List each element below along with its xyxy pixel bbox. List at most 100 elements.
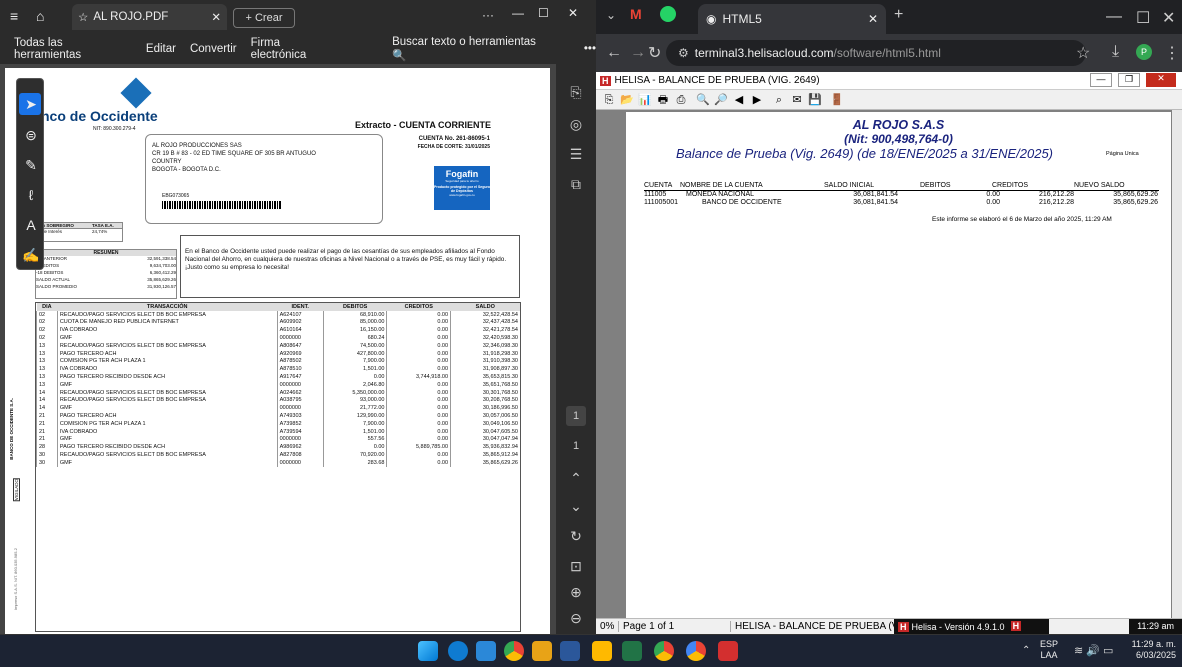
h-maximize-icon[interactable]: ❐ bbox=[1118, 73, 1140, 87]
maximize-icon[interactable]: ☐ bbox=[538, 6, 549, 20]
excel-icon[interactable] bbox=[622, 641, 642, 661]
pdf-col-header: SALDO bbox=[475, 303, 495, 310]
tab-pdf[interactable]: ☆ AL ROJO.PDF ✕ bbox=[72, 4, 227, 30]
document-area[interactable]: nco de Occidente NIT: 890.300.279-4 Extr… bbox=[0, 64, 556, 634]
copy-icon[interactable]: ⎘ bbox=[602, 93, 616, 107]
table-cell: A739594 bbox=[276, 427, 324, 436]
minimize-icon[interactable]: — bbox=[1106, 8, 1122, 26]
close-tab-icon[interactable]: ✕ bbox=[868, 12, 878, 26]
table-cell: 216,212.28 bbox=[1038, 199, 1074, 206]
forward-icon[interactable]: → bbox=[630, 44, 646, 62]
app-icon[interactable] bbox=[532, 641, 552, 661]
balance-col-header: NOMBRE DE LA CUENTA bbox=[680, 182, 763, 189]
h-close-icon[interactable]: ✕ bbox=[1146, 73, 1176, 87]
close-window-icon[interactable]: ✕ bbox=[1162, 8, 1175, 28]
minimize-icon[interactable]: — bbox=[512, 6, 524, 20]
sign-icon[interactable]: ✍ bbox=[21, 245, 41, 265]
rotate-icon[interactable]: ↻ bbox=[566, 526, 586, 546]
new-tab-icon[interactable]: + bbox=[894, 6, 903, 24]
exit-icon[interactable]: 🚪 bbox=[830, 93, 844, 107]
reload-icon[interactable]: ↻ bbox=[648, 43, 661, 63]
print-setup-icon[interactable]: ⎙ bbox=[674, 93, 688, 107]
vertical-scrollbar[interactable] bbox=[1172, 110, 1182, 618]
open-icon[interactable]: 📂 bbox=[620, 93, 634, 107]
start-icon[interactable] bbox=[418, 641, 438, 661]
site-info-icon[interactable]: ⚙ bbox=[678, 46, 689, 60]
chrome-profile-icon[interactable] bbox=[654, 641, 674, 661]
whatsapp-icon[interactable] bbox=[660, 6, 676, 22]
tab-search-icon[interactable]: ⌄ bbox=[606, 8, 616, 22]
prev-page-icon[interactable]: ◀ bbox=[732, 93, 746, 107]
chrome-profile2-icon[interactable] bbox=[686, 641, 706, 661]
maximize-icon[interactable]: ☐ bbox=[1136, 8, 1150, 28]
acrobat-icon[interactable] bbox=[718, 641, 738, 661]
menu-all-tools[interactable]: Todas las herramientas bbox=[14, 37, 132, 61]
tray-chevron-icon[interactable]: ⌃ bbox=[1022, 645, 1030, 656]
create-button[interactable]: + Crear bbox=[233, 8, 295, 28]
fit-page-icon[interactable]: ⊡ bbox=[566, 556, 586, 576]
email-icon[interactable]: ✉ bbox=[790, 93, 804, 107]
search-tools[interactable]: Buscar texto o herramientas 🔍 bbox=[378, 36, 566, 62]
menu-icon[interactable]: ≡ bbox=[10, 8, 18, 24]
h-minimize-icon[interactable]: — bbox=[1090, 73, 1112, 87]
close-window-icon[interactable]: ✕ bbox=[568, 6, 578, 20]
table-cell: 31,918,298.30 bbox=[450, 349, 520, 358]
table-cell: GMF bbox=[56, 458, 278, 467]
menu-convert[interactable]: Convertir bbox=[190, 43, 237, 55]
print-icon[interactable]: 🖶 bbox=[656, 93, 670, 107]
report-viewer[interactable]: AL ROJO S.A.S (Nit: 900,498,764-0) Balan… bbox=[596, 110, 1182, 622]
comment-icon[interactable]: ⊜ bbox=[21, 125, 41, 145]
taskbar-helisa-item[interactable]: H bbox=[1008, 618, 1049, 635]
next-page-icon[interactable]: ▶ bbox=[750, 93, 764, 107]
table-cell: A610164 bbox=[276, 326, 324, 335]
clock[interactable]: 11:29 a. m. 6/03/2025 bbox=[1122, 639, 1176, 661]
star-icon[interactable]: ☆ bbox=[78, 10, 88, 24]
page-down-icon[interactable]: ⌄ bbox=[566, 496, 586, 516]
export-icon[interactable]: 📊 bbox=[638, 93, 652, 107]
menu-edit[interactable]: Editar bbox=[146, 43, 176, 55]
comments-panel-icon[interactable]: ☰ bbox=[566, 144, 586, 164]
zoom-in-icon[interactable]: 🔍 bbox=[696, 93, 710, 107]
pages-icon[interactable]: ⧉ bbox=[566, 174, 586, 194]
find-icon[interactable]: ⌕ bbox=[772, 93, 786, 107]
table-cell: 7,900.00 bbox=[322, 419, 387, 428]
zoom-in-icon[interactable]: ⊕ bbox=[566, 582, 586, 602]
more-icon[interactable]: ··· bbox=[482, 8, 494, 22]
ai-icon[interactable]: ◎ bbox=[566, 114, 586, 134]
balance-col-header: CUENTA bbox=[644, 182, 673, 189]
close-tab-icon[interactable]: ✕ bbox=[211, 10, 221, 24]
table-cell: 0000000 bbox=[276, 334, 324, 342]
select-arrow-icon[interactable]: ➤ bbox=[21, 94, 41, 114]
table-cell: A808647 bbox=[276, 341, 324, 350]
draw-icon[interactable]: ℓ bbox=[21, 185, 41, 205]
language-indicator[interactable]: ESP LAA bbox=[1040, 639, 1058, 661]
more-menu-icon[interactable]: ••• bbox=[584, 43, 596, 55]
chrome-menu-icon[interactable]: ⋮ bbox=[1164, 43, 1180, 63]
explorer-icon[interactable] bbox=[592, 641, 612, 661]
page-up-icon[interactable]: ⌃ bbox=[566, 468, 586, 488]
text-box-icon[interactable]: A bbox=[21, 215, 41, 235]
tab-html5[interactable]: ◉ HTML5 ✕ bbox=[698, 4, 886, 34]
profile-avatar[interactable]: P bbox=[1136, 44, 1152, 60]
transactions-table: DIA TRANSACCIÓN IDENT. DEBITOS CREDITOS SALDO… bbox=[35, 302, 521, 632]
chrome-icon[interactable] bbox=[504, 641, 524, 661]
page-number-box[interactable]: 1 bbox=[566, 406, 586, 426]
save-icon[interactable]: 💾 bbox=[808, 93, 822, 107]
export-icon[interactable]: ⎘ bbox=[566, 82, 586, 102]
menu-esign[interactable]: Firma electrónica bbox=[251, 37, 338, 61]
client-addr1: CR 19 B # 83 - 02 ED TIME SQUARE OF 305 … bbox=[152, 151, 316, 157]
store-icon[interactable] bbox=[476, 641, 496, 661]
zoom-out-icon[interactable]: ⊖ bbox=[566, 608, 586, 628]
edge-icon[interactable] bbox=[448, 641, 468, 661]
home-icon[interactable]: ⌂ bbox=[36, 8, 44, 24]
wifi-volume-battery-icon[interactable]: ≋ 🔊 ▭ bbox=[1074, 644, 1113, 657]
table-cell: 0.00 bbox=[386, 404, 451, 413]
pen-icon[interactable]: ✎ bbox=[21, 155, 41, 175]
back-icon[interactable]: ← bbox=[606, 44, 622, 62]
zoom-out-icon[interactable]: 🔎 bbox=[714, 93, 728, 107]
gmail-icon[interactable]: M bbox=[630, 6, 642, 22]
download-icon[interactable]: ⤓ bbox=[1112, 43, 1119, 61]
address-bar[interactable]: ⚙ terminal3.helisacloud.com/software/htm… bbox=[666, 40, 1086, 66]
bookmark-star-icon[interactable]: ☆ bbox=[1076, 43, 1090, 63]
word-icon[interactable] bbox=[560, 641, 580, 661]
